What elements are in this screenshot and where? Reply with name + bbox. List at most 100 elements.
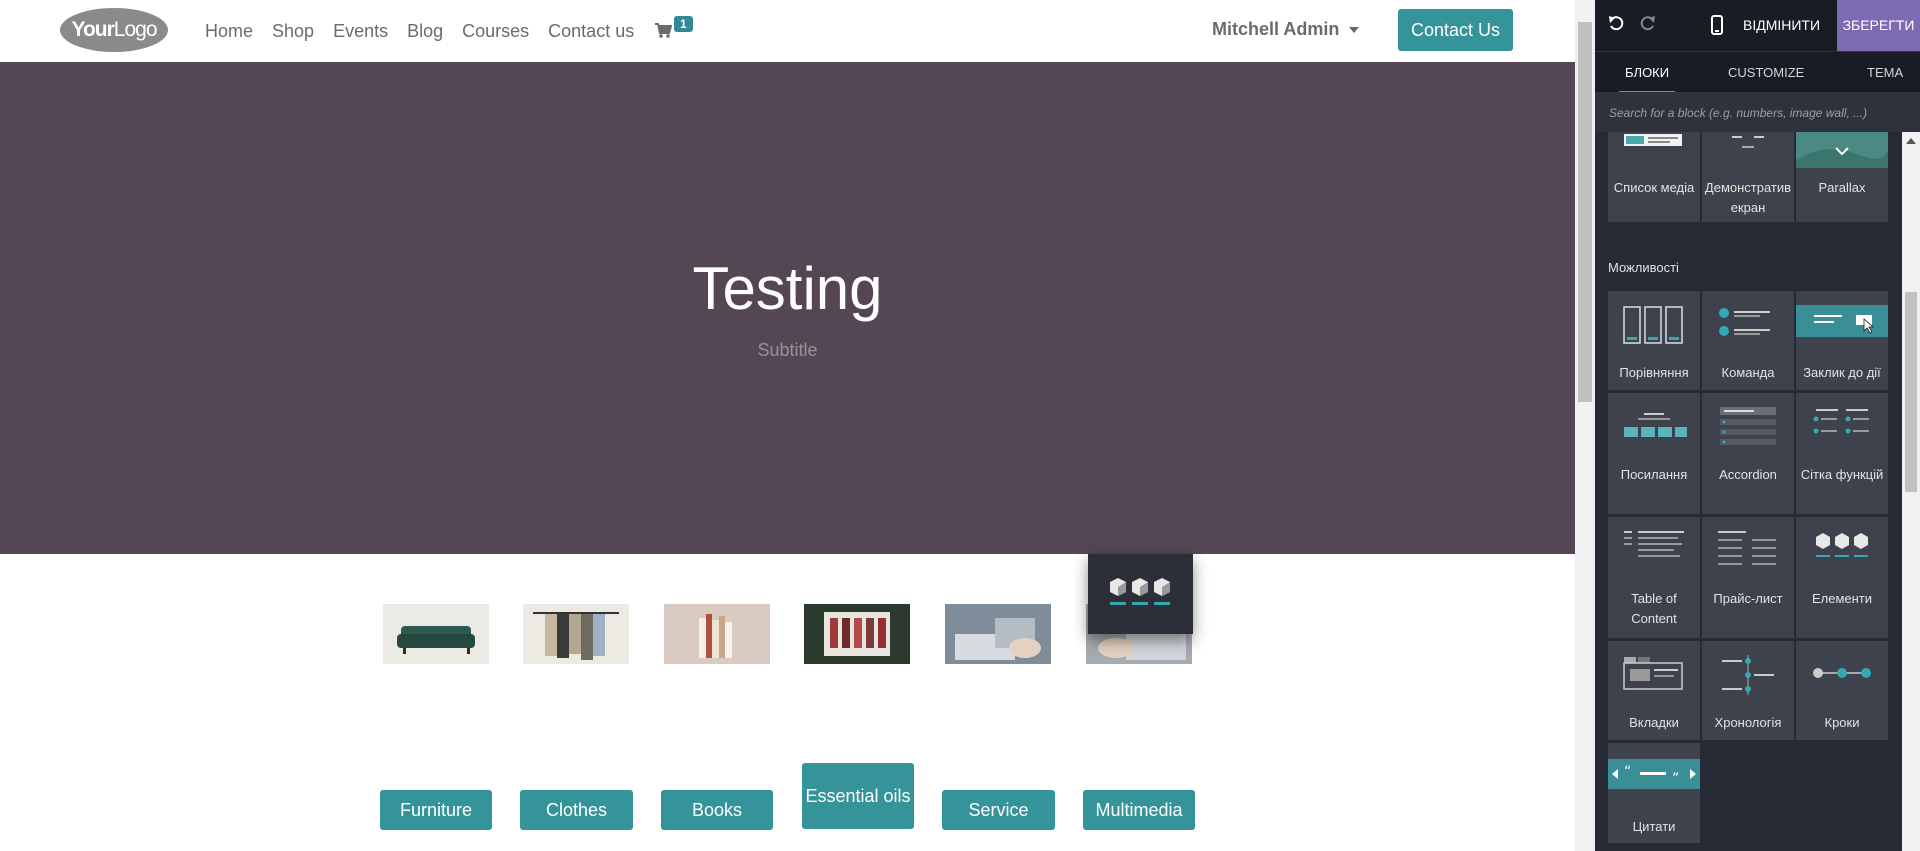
user-menu[interactable]: Mitchell Admin [1212,19,1360,40]
preview-scrollbar[interactable] [1575,0,1595,851]
block-label: Accordion [1719,467,1777,482]
blocks-list: Список медіа Демонстратив екран Parallax… [1595,132,1902,851]
contact-us-button[interactable]: Contact Us [1398,9,1513,51]
books-image[interactable] [664,604,770,664]
block-search-input[interactable] [1607,100,1911,126]
tabs-thumb-icon [1623,657,1683,690]
block-steps[interactable]: Кроки [1796,641,1888,740]
block-label: Хронологія [1714,715,1782,730]
block-label: Сітка функцій [1800,467,1884,482]
editor-tabs: БЛОКИ CUSTOMIZE ТЕМА [1595,51,1920,93]
cubes-icon [1110,578,1170,605]
category-furniture-button[interactable]: Furniture [380,790,492,830]
price-list-thumb-icon [1718,531,1776,565]
block-price-list[interactable]: Прайс-лист [1702,517,1794,638]
cart-count-badge: 1 [674,16,693,32]
block-label: Parallax [1818,180,1866,195]
scroll-up-arrow-icon[interactable] [1906,138,1916,144]
block-quotes[interactable]: “ ” Цитати [1608,743,1700,843]
block-search [1595,92,1920,132]
cart-icon [655,23,672,38]
clothes-image[interactable] [523,604,629,664]
block-items[interactable]: Елементи [1796,517,1888,638]
block-media-list[interactable]: Список медіа [1608,132,1700,222]
tab-theme[interactable]: ТЕМА [1867,52,1903,93]
nav-contact-us[interactable]: Contact us [548,21,634,42]
comparison-thumb-icon [1623,306,1683,344]
accordion-thumb-icon [1720,407,1776,445]
features-grid-thumb-icon [1813,409,1869,434]
team-thumb-icon [1719,308,1770,336]
hero-subtitle[interactable]: Subtitle [0,340,1575,361]
nav-blog[interactable]: Blog [407,21,443,42]
tab-customize[interactable]: CUSTOMIZE [1728,52,1804,93]
category-images [0,604,1575,664]
block-label: Table of Content [1631,591,1677,626]
block-accordion[interactable]: Accordion [1702,393,1794,514]
panel-scrollbar[interactable] [1902,132,1920,851]
block-links[interactable]: Посилання [1608,393,1700,514]
block-comparison[interactable]: Порівняння [1608,291,1700,390]
category-clothes-button[interactable]: Clothes [520,790,633,830]
mobile-preview-icon[interactable] [1711,15,1723,35]
category-service-button[interactable]: Service [942,790,1055,830]
service-image[interactable] [945,604,1051,664]
category-essential-oils-button[interactable]: Essential oils [802,763,914,829]
discard-button[interactable]: ВІДМІНИТИ [1743,0,1820,51]
undo-icon[interactable] [1607,14,1625,32]
preview-scrollbar-thumb[interactable] [1578,22,1592,402]
block-features-grid[interactable]: Сітка функцій [1796,393,1888,514]
block-label: Елементи [1811,591,1873,606]
caret-down-icon [1349,27,1360,34]
table-of-content-thumb-icon [1624,531,1684,557]
nav-links: Home Shop Events Blog Courses Contact us [205,0,653,62]
category-books-button[interactable]: Books [661,790,773,830]
quotes-thumb-icon: “ ” [1608,759,1700,789]
essential-oils-image[interactable] [804,604,910,664]
category-multimedia-button[interactable]: Multimedia [1083,790,1195,830]
block-table-of-content[interactable]: Table of Content [1608,517,1700,638]
block-call-to-action[interactable]: Заклик до дії [1796,291,1888,390]
nav-events[interactable]: Events [333,21,388,42]
block-label: Команда [1721,365,1775,380]
block-label: Посилання [1620,467,1688,482]
panel-scrollbar-thumb[interactable] [1905,292,1917,492]
top-navbar: YourLogo Home Shop Events Blog Courses C… [0,0,1575,63]
save-button[interactable]: ЗБЕРЕГТИ [1837,0,1920,51]
cart-link[interactable]: 1 [654,16,694,44]
block-label: Порівняння [1619,365,1689,380]
editor-toolbar: ВІДМІНИТИ ЗБЕРЕГТИ [1595,0,1920,51]
call-to-action-thumb-icon [1796,305,1888,337]
block-label: Заклик до дії [1803,365,1881,380]
nav-courses[interactable]: Courses [462,21,529,42]
block-tabs[interactable]: Вкладки [1608,641,1700,740]
block-label: Список медіа [1613,180,1695,195]
user-name: Mitchell Admin [1212,19,1340,39]
parallax-thumb-icon [1796,132,1888,168]
block-label: Прайс-лист [1713,591,1783,606]
website-preview: YourLogo Home Shop Events Blog Courses C… [0,0,1575,851]
block-label: Вкладки [1629,715,1679,730]
block-label: Демонстратив екран [1704,180,1792,215]
nav-shop[interactable]: Shop [272,21,314,42]
editor-panel: ВІДМІНИТИ ЗБЕРЕГТИ БЛОКИ CUSTOMIZE ТЕМА … [1595,0,1920,851]
block-team[interactable]: Команда [1702,291,1794,390]
logo-text-2: Logo [113,18,158,41]
tab-blocks[interactable]: БЛОКИ [1618,52,1676,93]
block-parallax[interactable]: Parallax [1796,132,1888,222]
redo-icon[interactable] [1639,14,1657,32]
furniture-image[interactable] [383,604,489,664]
block-label: Кроки [1824,715,1860,730]
block-timeline[interactable]: Хронологія [1702,641,1794,740]
hero-title[interactable]: Testing [0,254,1575,323]
block-label: Цитати [1632,819,1676,834]
timeline-thumb-icon [1722,655,1774,695]
nav-home[interactable]: Home [205,21,253,42]
showcase-thumb-icon [1732,136,1764,148]
logo-text: Your [71,18,115,41]
hero-section: Testing Subtitle [0,62,1575,554]
dragged-block-ghost [1088,554,1193,634]
block-showcase[interactable]: Демонстратив екран [1702,132,1794,222]
site-logo[interactable]: YourLogo [60,8,168,52]
svg-text:”: ” [1672,771,1679,787]
